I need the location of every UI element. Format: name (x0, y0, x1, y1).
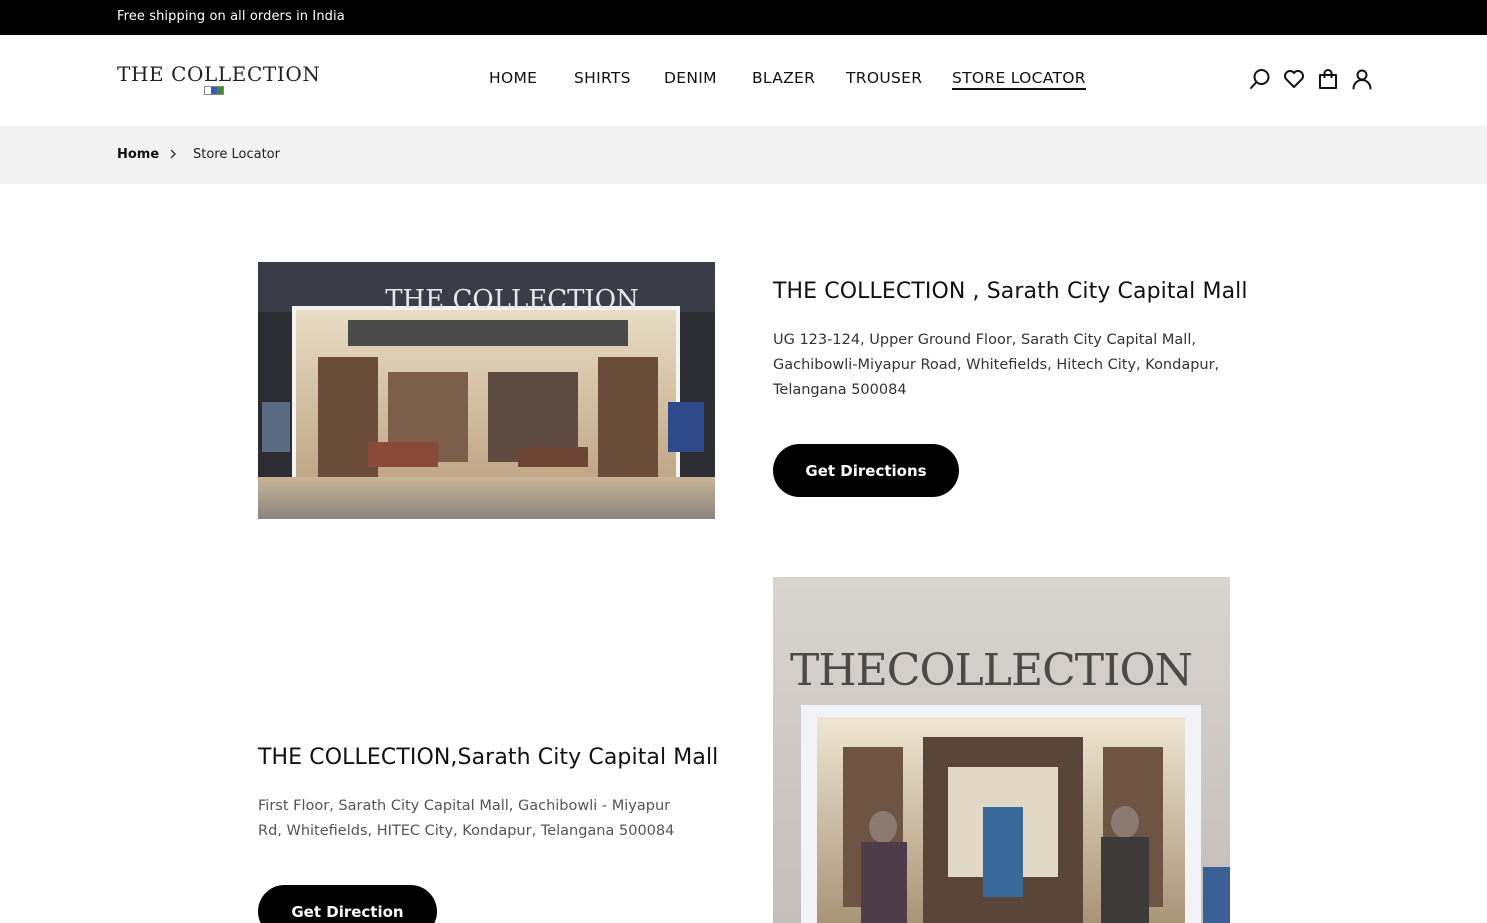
store-address: UG 123-124, Upper Ground Floor, Sarath C… (773, 332, 1220, 398)
get-direction-button[interactable]: Get Direction (258, 885, 437, 923)
breadcrumb-current: Store Locator (193, 147, 280, 162)
store-title: THE COLLECTION , Sarath City Capital Mal… (773, 279, 1248, 304)
site-header: THE COLLECTION HOME SHIRTS DENIM BLAZER … (0, 35, 1487, 126)
get-directions-button[interactable]: Get Directions (773, 444, 959, 497)
chevron-right-icon (168, 146, 178, 160)
announcement-bar: Free shipping on all orders in India (0, 0, 1487, 35)
breadcrumb-home[interactable]: Home (117, 147, 159, 162)
store-image: THECOLLECTION (773, 577, 1230, 923)
store-image-sign: THE COLLECTION (385, 285, 639, 315)
nav-denim[interactable]: DENIM (664, 69, 717, 87)
brand-logo[interactable]: THE COLLECTION (117, 62, 321, 102)
search-icon[interactable] (1248, 67, 1272, 91)
user-icon[interactable] (1350, 67, 1374, 91)
store-address: First Floor, Sarath City Capital Mall, G… (258, 798, 675, 839)
heart-icon[interactable] (1282, 67, 1306, 91)
bag-icon[interactable] (1316, 67, 1340, 91)
announcement-text: Free shipping on all orders in India (117, 9, 345, 24)
store-title: THE COLLECTION,Sarath City Capital Mall (258, 745, 719, 770)
nav-blazer[interactable]: BLAZER (752, 69, 815, 87)
logo-wordmark: THE COLLECTION (117, 62, 321, 86)
store-image-sign: THECOLLECTION (790, 645, 1192, 696)
nav-shirts[interactable]: SHIRTS (574, 69, 631, 87)
nav-trouser[interactable]: TROUSER (846, 69, 922, 87)
logo-flag-icon (204, 86, 224, 95)
nav-home[interactable]: HOME (489, 69, 537, 87)
nav-store-locator[interactable]: STORE LOCATOR (952, 69, 1086, 90)
breadcrumb: Home Store Locator (0, 126, 1487, 184)
store-image: THE COLLECTION (258, 262, 715, 519)
